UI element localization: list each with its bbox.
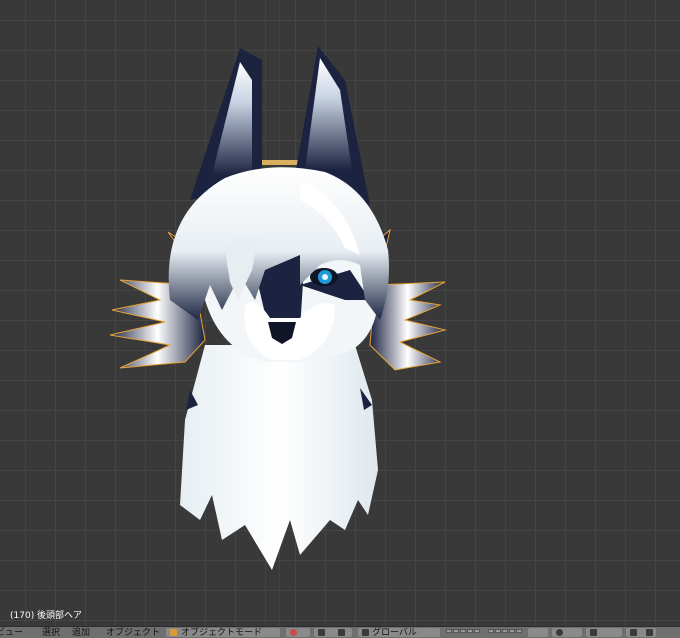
mode-label: オブジェクトモード [181,628,263,638]
layer-button[interactable] [509,629,515,633]
layer-button[interactable] [446,629,452,633]
wolf-head-model[interactable] [0,0,680,626]
film-icon [646,629,653,636]
proportional-icon [556,629,563,636]
layer-button[interactable] [460,629,466,633]
3d-viewport[interactable]: (170) 後頭部ヘア [0,0,680,626]
layer-button[interactable] [488,629,494,633]
viewport-header-bar: ビュー 選択 追加 オブジェクト オブジェクトモード グローバル [0,626,680,638]
object-mode-icon [170,629,177,636]
shading-icon [290,629,297,636]
menu-add[interactable]: 追加 [72,628,90,638]
orientation-icon [362,629,369,636]
layer-button[interactable] [453,629,459,633]
layer-button[interactable] [495,629,501,633]
object-info-label: (170) 後頭部ヘア [10,611,83,621]
beard-fur [180,345,378,570]
manipulator-icon [338,629,345,636]
layer-button[interactable] [516,629,522,633]
lock-camera-button[interactable] [528,628,548,637]
magnet-icon [590,629,597,636]
menu-select[interactable]: 選択 [42,628,60,638]
menu-view[interactable]: ビュー [0,628,23,638]
pivot-icon [318,629,325,636]
orientation-label: グローバル [372,628,417,638]
layer-button[interactable] [474,629,480,633]
layer-button[interactable] [467,629,473,633]
camera-icon [630,629,637,636]
menu-object[interactable]: オブジェクト [106,628,160,638]
layer-button[interactable] [502,629,508,633]
